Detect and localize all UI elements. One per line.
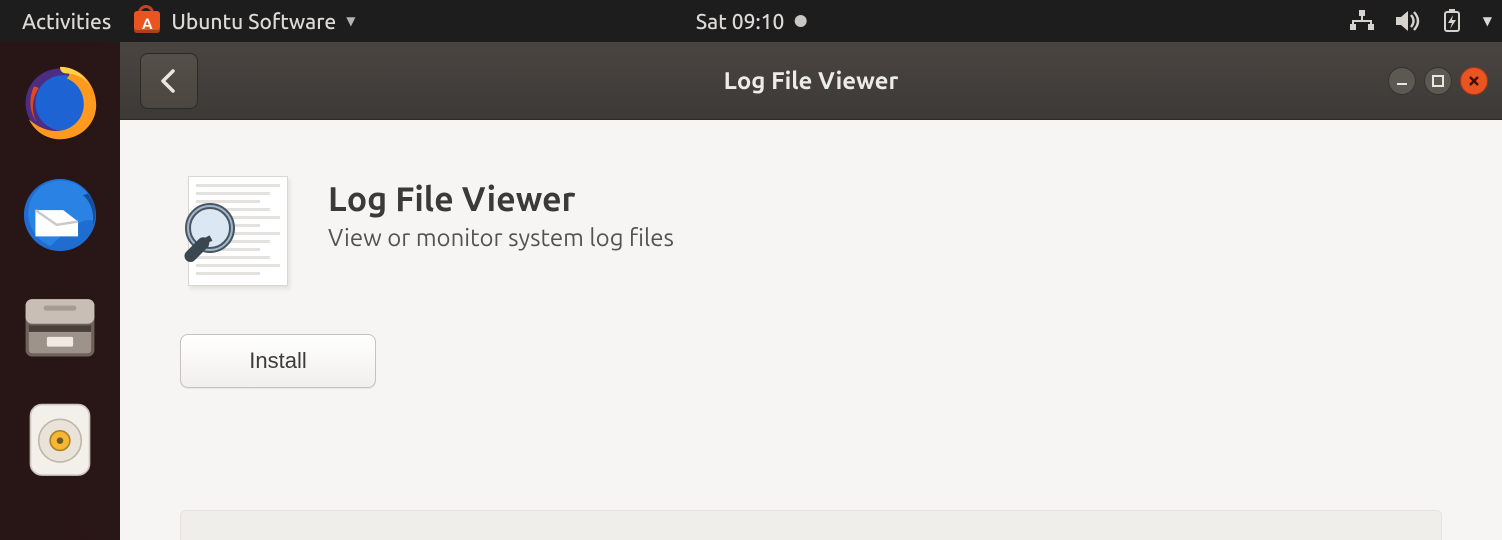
dock (0, 42, 120, 540)
chevron-down-icon: ▼ (1483, 14, 1492, 28)
back-button[interactable] (140, 53, 198, 109)
minimize-button[interactable] (1388, 67, 1416, 95)
volume-icon (1395, 10, 1421, 32)
files-icon (19, 286, 101, 368)
clock-label: Sat 09:10 (696, 9, 785, 33)
firefox-icon (19, 62, 101, 144)
clock[interactable]: Sat 09:10 (696, 0, 807, 42)
install-button[interactable]: Install (180, 334, 376, 388)
headerbar: Log File Viewer (120, 42, 1502, 120)
app-detail-content: Log File Viewer View or monitor system l… (120, 120, 1502, 540)
dock-item-files[interactable] (17, 284, 103, 370)
rhythmbox-icon (19, 398, 101, 480)
network-icon (1349, 10, 1375, 32)
notification-dot-icon (794, 15, 806, 27)
app-menu-label: Ubuntu Software (171, 9, 336, 33)
magnifier-icon (176, 198, 254, 282)
app-menu[interactable]: A Ubuntu Software ▼ (133, 7, 369, 35)
dock-item-rhythmbox[interactable] (17, 396, 103, 482)
ubuntu-software-window: Log File Viewer (120, 42, 1502, 540)
close-button[interactable] (1460, 67, 1488, 95)
window-title: Log File Viewer (724, 67, 899, 94)
description-card (180, 510, 1442, 540)
app-name: Log File Viewer (328, 180, 674, 218)
chevron-left-icon (159, 67, 179, 95)
battery-icon (1441, 9, 1463, 33)
chevron-down-icon: ▼ (346, 14, 355, 28)
top-panel: Activities A Ubuntu Software ▼ Sat 09:10… (0, 0, 1502, 42)
window-controls (1388, 67, 1488, 95)
dock-item-firefox[interactable] (17, 60, 103, 146)
activities-button[interactable]: Activities (0, 9, 133, 33)
app-summary: View or monitor system log files (328, 224, 674, 251)
ubuntu-software-icon: A (133, 7, 161, 35)
thunderbird-icon (19, 174, 101, 256)
app-icon (180, 176, 296, 286)
status-area[interactable]: ▼ (1349, 0, 1492, 42)
maximize-button[interactable] (1424, 67, 1452, 95)
dock-item-thunderbird[interactable] (17, 172, 103, 258)
